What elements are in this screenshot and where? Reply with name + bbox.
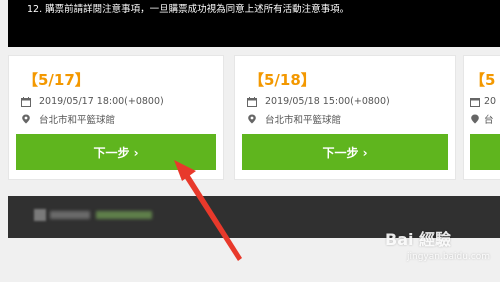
event-venue: 台北市和平籃球館 [39,115,116,126]
event-datetime: 2019/05/18 15:00(+0800) [265,96,390,107]
baidu-jingyan-watermark: Bai 經驗 jingyan.baidu.com [385,222,497,278]
notice-text: 12. 購票前請詳閱注意事項，一旦購票成功視為同意上述所有活動注意事項。 [27,4,350,15]
event-title: 【5/17】 [23,71,90,89]
event-venue: 台 [484,115,494,126]
watermark-url: jingyan.baidu.com [407,252,491,262]
event-datetime: 20 [484,96,497,107]
calendar-icon [470,97,480,107]
event-title: 【5 [470,71,496,89]
watermark-brand: Bai 經驗 [385,230,452,249]
event-datetime: 2019/05/17 18:00(+0800) [39,96,164,107]
event-card-list: 【5/17】 2019/05/17 18:00(+0800) 台北市和平籃球館 … [0,55,500,182]
event-title: 【5/18】 [249,71,316,89]
calendar-icon [247,96,257,107]
calendar-icon [21,96,31,107]
event-datetime-row: 20 [470,96,496,107]
blurred-footer-credit [34,209,152,221]
event-venue-row: 台 [470,112,494,126]
map-pin-icon [21,114,31,124]
event-venue-row: 台北市和平籃球館 [247,112,341,126]
event-card-0517: 【5/17】 2019/05/17 18:00(+0800) 台北市和平籃球館 … [8,55,224,180]
event-datetime-row: 2019/05/18 15:00(+0800) [247,96,390,107]
next-step-button-0518[interactable]: 下一步 › [242,134,448,170]
event-datetime-row: 2019/05/17 18:00(+0800) [21,96,164,107]
event-card-partial: 【5 20 台 [463,55,500,180]
notice-bar: 12. 購票前請詳閱注意事項，一旦購票成功視為同意上述所有活動注意事項。 [8,0,500,47]
next-step-button-0517[interactable]: 下一步 › [16,134,216,170]
event-venue-row: 台北市和平籃球館 [21,112,115,126]
map-pin-icon [470,114,480,124]
map-pin-icon [247,114,257,124]
event-venue: 台北市和平籃球館 [265,115,342,126]
next-step-button-partial[interactable] [470,134,500,170]
event-card-0518: 【5/18】 2019/05/18 15:00(+0800) 台北市和平籃球館 … [234,55,456,180]
